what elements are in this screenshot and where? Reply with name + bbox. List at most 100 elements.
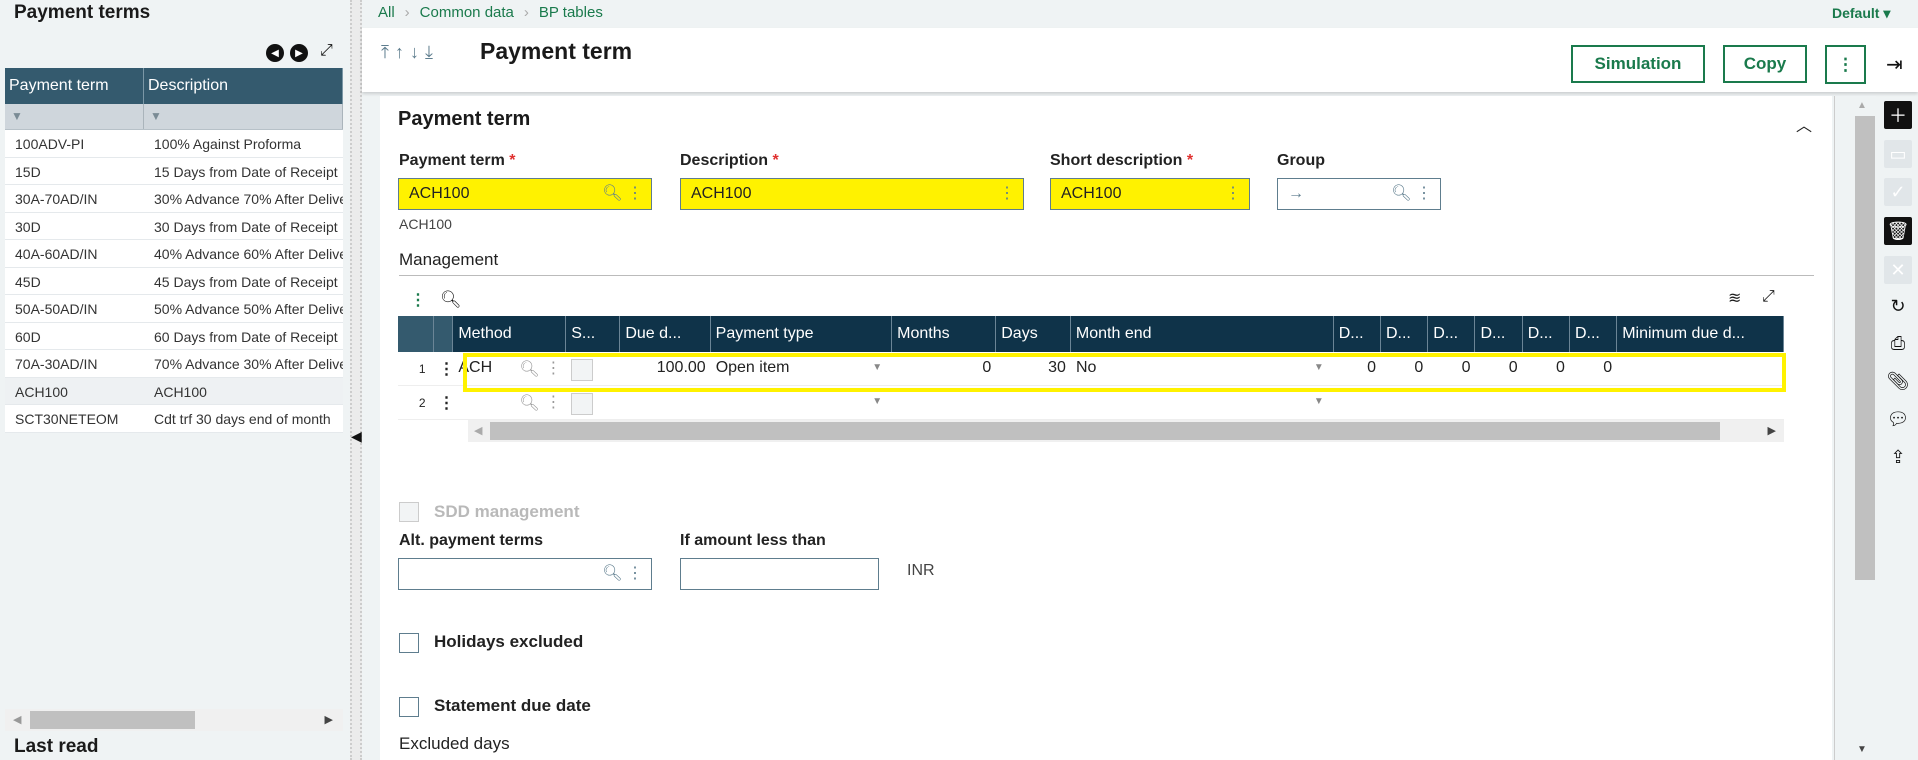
scroll-left-icon[interactable]: ◀ <box>13 713 21 726</box>
more-options-icon[interactable]: ⋮ <box>545 392 561 412</box>
last-record-icon[interactable]: ⤓ <box>425 42 439 62</box>
column-header[interactable]: Due d... <box>620 316 711 352</box>
add-icon[interactable]: ＋ <box>1884 101 1912 129</box>
group-input[interactable]: → 🔍︎ ⋮ <box>1277 178 1441 210</box>
layers-icon[interactable]: ≋ <box>1728 288 1741 308</box>
list-horizontal-scrollbar[interactable]: ◀ ▶ <box>5 709 343 731</box>
list-item[interactable]: 100ADV-PI 100% Against Proforma <box>5 130 343 158</box>
scroll-right-icon[interactable]: ▶ <box>1768 424 1776 437</box>
filter-icon[interactable]: ▼ <box>144 104 343 129</box>
grid-search-icon[interactable]: 🔍︎ <box>440 290 462 310</box>
scroll-down-icon[interactable]: ▼ <box>1857 744 1867 755</box>
payment-term-input[interactable]: ACH100 🔍︎ ⋮ <box>398 178 652 210</box>
column-header[interactable]: D... <box>1475 316 1523 352</box>
days-cell[interactable]: 30 <box>996 352 1071 385</box>
d-cell[interactable]: 0 <box>1428 352 1475 385</box>
grid-horizontal-scrollbar[interactable]: ◀ ▶ <box>468 420 1784 442</box>
check-icon[interactable]: ✓ <box>1884 178 1912 206</box>
column-header-description[interactable]: Description <box>144 68 343 104</box>
column-header[interactable]: D... <box>1381 316 1429 352</box>
checkbox[interactable] <box>571 359 594 381</box>
export-icon[interactable]: ⇪ <box>1884 443 1912 471</box>
more-options-icon[interactable]: ⋮ <box>545 358 561 378</box>
row-menu-icon[interactable]: ⋮ <box>434 386 454 419</box>
column-header-payment-term[interactable]: Payment term <box>5 68 144 104</box>
month-end-cell[interactable]: No ▼ <box>1071 352 1334 385</box>
grid-actions-icon[interactable]: ⋮ <box>410 290 426 310</box>
list-item[interactable]: 45D 45 Days from Date of Receipt <box>5 267 343 295</box>
amount-less-than-input[interactable] <box>680 558 879 590</box>
more-options-icon[interactable]: ⋮ <box>627 185 643 202</box>
list-item[interactable]: 60D 60 Days from Date of Receipt <box>5 322 343 350</box>
payment-type-cell[interactable]: Open item ▼ <box>711 352 893 385</box>
cancel-icon[interactable]: ✕ <box>1884 256 1912 284</box>
list-item[interactable]: 40A-60AD/IN 40% Advance 60% After Deliver… <box>5 240 343 268</box>
save-icon[interactable]: ▭ <box>1884 140 1912 168</box>
search-icon[interactable]: 🔍︎ <box>519 359 539 379</box>
days-cell[interactable] <box>996 386 1071 419</box>
search-icon[interactable]: 🔍︎ <box>1391 185 1411 202</box>
d-cell[interactable] <box>1428 386 1475 419</box>
column-header[interactable]: Payment type <box>711 316 893 352</box>
more-actions-button[interactable]: ⋮ <box>1825 45 1866 84</box>
comment-icon[interactable]: 💬︎ <box>1884 405 1912 433</box>
d-cell[interactable] <box>1523 386 1570 419</box>
s-cell[interactable] <box>566 352 620 385</box>
column-header[interactable]: D... <box>1334 316 1381 352</box>
table-row[interactable]: 1 ⋮ ACH 🔍︎ ⋮ 100.00 Open item ▼ 0 30 No ▼ 0 0 0 0 0 0 <box>398 352 1784 386</box>
table-row[interactable]: 2 ⋮ 🔍︎ ⋮ ▼ ▼ <box>398 386 1784 420</box>
d-cell[interactable]: 0 <box>1570 352 1617 385</box>
column-header[interactable]: Months <box>892 316 997 352</box>
column-header[interactable]: Month end <box>1071 316 1334 352</box>
search-icon[interactable]: 🔍︎ <box>519 393 539 413</box>
copy-button[interactable]: Copy <box>1723 45 1807 83</box>
list-item[interactable]: 30D 30 Days from Date of Receipt <box>5 212 343 240</box>
more-options-icon[interactable]: ⋮ <box>627 565 643 582</box>
expand-grid-icon[interactable]: ⤢ <box>1762 288 1775 306</box>
d-cell[interactable] <box>1334 386 1381 419</box>
more-options-icon[interactable]: ⋮ <box>1416 185 1432 202</box>
checkbox[interactable] <box>571 393 594 415</box>
months-cell[interactable] <box>892 386 996 419</box>
vertical-scrollbar[interactable]: ▲ ▼ <box>1834 96 1876 760</box>
previous-icon[interactable]: ◀ <box>266 44 284 62</box>
method-cell[interactable]: 🔍︎ ⋮ <box>453 386 566 419</box>
months-cell[interactable]: 0 <box>892 352 996 385</box>
list-item[interactable]: ACH100 ACH100 <box>5 377 343 405</box>
statement-due-date-checkbox[interactable] <box>399 697 419 717</box>
column-header[interactable]: S... <box>566 316 621 352</box>
sdd-management-checkbox[interactable] <box>399 502 419 522</box>
breadcrumb-common-data[interactable]: Common data <box>420 4 514 21</box>
exit-icon[interactable]: ⇥ <box>1886 52 1903 77</box>
d-cell[interactable]: 0 <box>1475 352 1522 385</box>
d-cell[interactable]: 0 <box>1523 352 1570 385</box>
next-record-icon[interactable]: ↓ <box>410 42 425 62</box>
more-options-icon[interactable]: ⋮ <box>999 185 1015 202</box>
search-icon[interactable]: 🔍︎ <box>602 565 622 582</box>
simulation-button[interactable]: Simulation <box>1571 45 1705 83</box>
d-cell[interactable] <box>1475 386 1522 419</box>
list-item[interactable]: 70A-30AD/IN 70% Advance 30% After Deliver… <box>5 350 343 378</box>
column-header[interactable]: Method <box>453 316 567 352</box>
column-header[interactable]: D... <box>1428 316 1476 352</box>
month-end-cell[interactable]: ▼ <box>1071 386 1334 419</box>
scroll-up-icon[interactable]: ▲ <box>1857 100 1867 111</box>
d-cell[interactable]: 0 <box>1381 352 1428 385</box>
row-menu-icon[interactable]: ⋮ <box>434 352 454 385</box>
default-menu[interactable]: Default ▾ <box>1832 5 1890 22</box>
column-header[interactable]: Days <box>996 316 1071 352</box>
description-input[interactable]: ACH100 ⋮ <box>680 178 1024 210</box>
column-header[interactable]: Minimum due d... <box>1617 316 1784 352</box>
d-cell[interactable] <box>1570 386 1617 419</box>
scroll-right-icon[interactable]: ▶ <box>325 713 333 726</box>
dropdown-arrow-icon[interactable]: ▼ <box>1314 396 1324 407</box>
due-cell[interactable]: 100.00 <box>620 352 710 385</box>
arrow-right-icon[interactable]: → <box>1288 185 1304 202</box>
attachment-icon[interactable]: 📎︎ <box>1884 367 1912 395</box>
search-icon[interactable]: 🔍︎ <box>602 185 622 202</box>
filter-icon[interactable]: ▼ <box>5 104 144 129</box>
alt-payment-terms-input[interactable]: 🔍︎ ⋮ <box>398 558 652 590</box>
scroll-left-icon[interactable]: ◀ <box>474 424 482 437</box>
refresh-icon[interactable]: ↻ <box>1884 292 1912 320</box>
dropdown-arrow-icon[interactable]: ▼ <box>872 396 882 407</box>
